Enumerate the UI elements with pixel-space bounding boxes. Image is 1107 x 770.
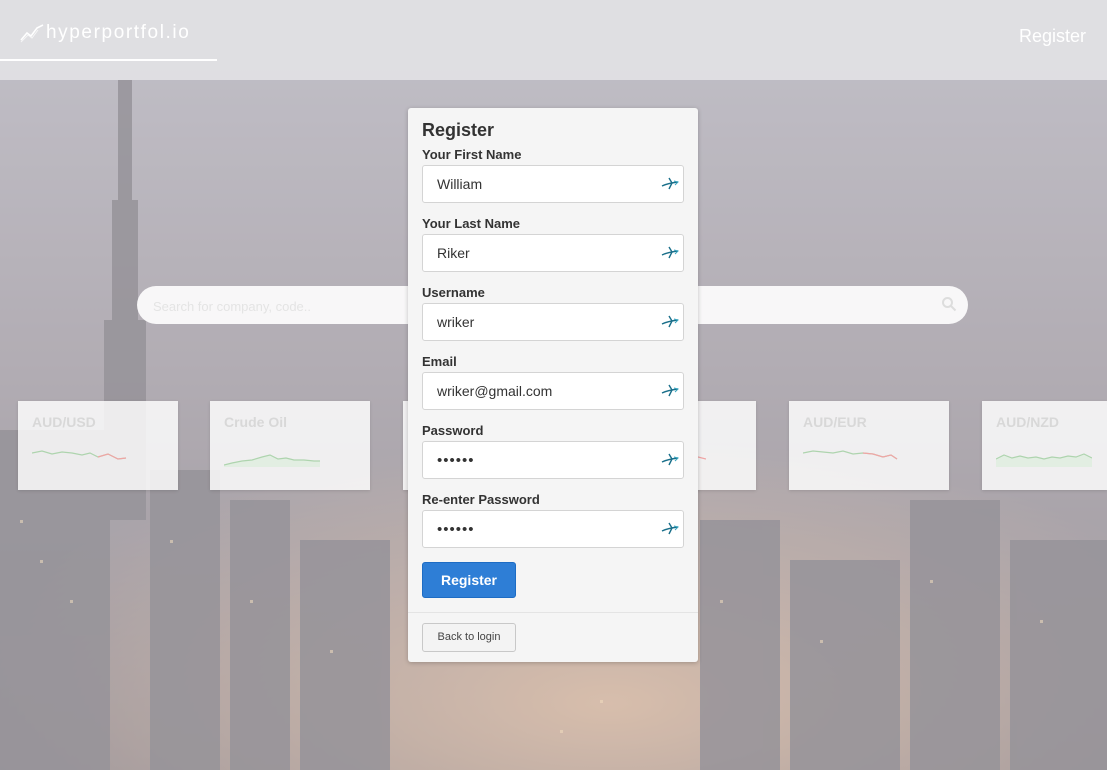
ticker-card[interactable]: Crude Oil (210, 401, 370, 490)
last-name-label: Your Last Name (422, 216, 521, 231)
confirm-password-label: Re-enter Password (422, 492, 540, 507)
nav-register-link[interactable]: Register (1019, 26, 1086, 47)
ticker-name: AUD/USD (32, 414, 96, 430)
email-input[interactable] (437, 382, 647, 400)
register-title: Register (422, 120, 495, 140)
first-name-input[interactable] (437, 175, 647, 193)
email-field (422, 372, 684, 410)
ticker-card[interactable]: AUD/USD (18, 401, 178, 490)
autofill-key-icon[interactable] (660, 176, 680, 191)
trend-line-icon (20, 24, 44, 43)
password-label: Password (422, 423, 484, 438)
username-field (422, 303, 684, 341)
ticker-name: AUD/NZD (996, 414, 1059, 430)
brand-name: hyperportfol.io (46, 22, 191, 43)
back-to-login-button[interactable]: Back to login (422, 623, 516, 652)
ticker-sparkline (224, 454, 320, 467)
ticker-card[interactable]: AUD/NZD (982, 401, 1107, 490)
last-name-field (422, 234, 684, 272)
confirm-password-field (422, 510, 684, 548)
confirm-password-input[interactable] (437, 520, 647, 538)
first-name-label: Your First Name (422, 147, 522, 162)
register-card: Register Your First Name Your Last Name … (408, 108, 698, 662)
first-name-field (422, 165, 684, 203)
autofill-key-icon[interactable] (660, 314, 680, 329)
ticker-sparkline (996, 453, 1092, 467)
email-label: Email (422, 354, 457, 369)
active-tab-underline (0, 59, 217, 61)
password-input[interactable] (437, 451, 647, 469)
ticker-card[interactable]: AUD/EUR (789, 401, 949, 490)
ticker-sparkline (32, 450, 127, 460)
card-divider (408, 612, 698, 613)
search-icon[interactable] (941, 296, 957, 312)
last-name-input[interactable] (437, 244, 647, 262)
username-label: Username (422, 285, 485, 300)
autofill-key-icon[interactable] (660, 521, 680, 536)
ticker-name: AUD/EUR (803, 414, 867, 430)
ticker-name: Crude Oil (224, 414, 288, 430)
navbar: hyperportfol.io Register (0, 0, 1107, 80)
username-input[interactable] (437, 313, 647, 331)
autofill-key-icon[interactable] (660, 383, 680, 398)
register-button[interactable]: Register (422, 562, 516, 598)
autofill-key-icon[interactable] (660, 452, 680, 467)
autofill-key-icon[interactable] (660, 245, 680, 260)
password-field (422, 441, 684, 479)
ticker-sparkline (803, 450, 898, 460)
brand-logo[interactable]: hyperportfol.io (20, 20, 190, 46)
